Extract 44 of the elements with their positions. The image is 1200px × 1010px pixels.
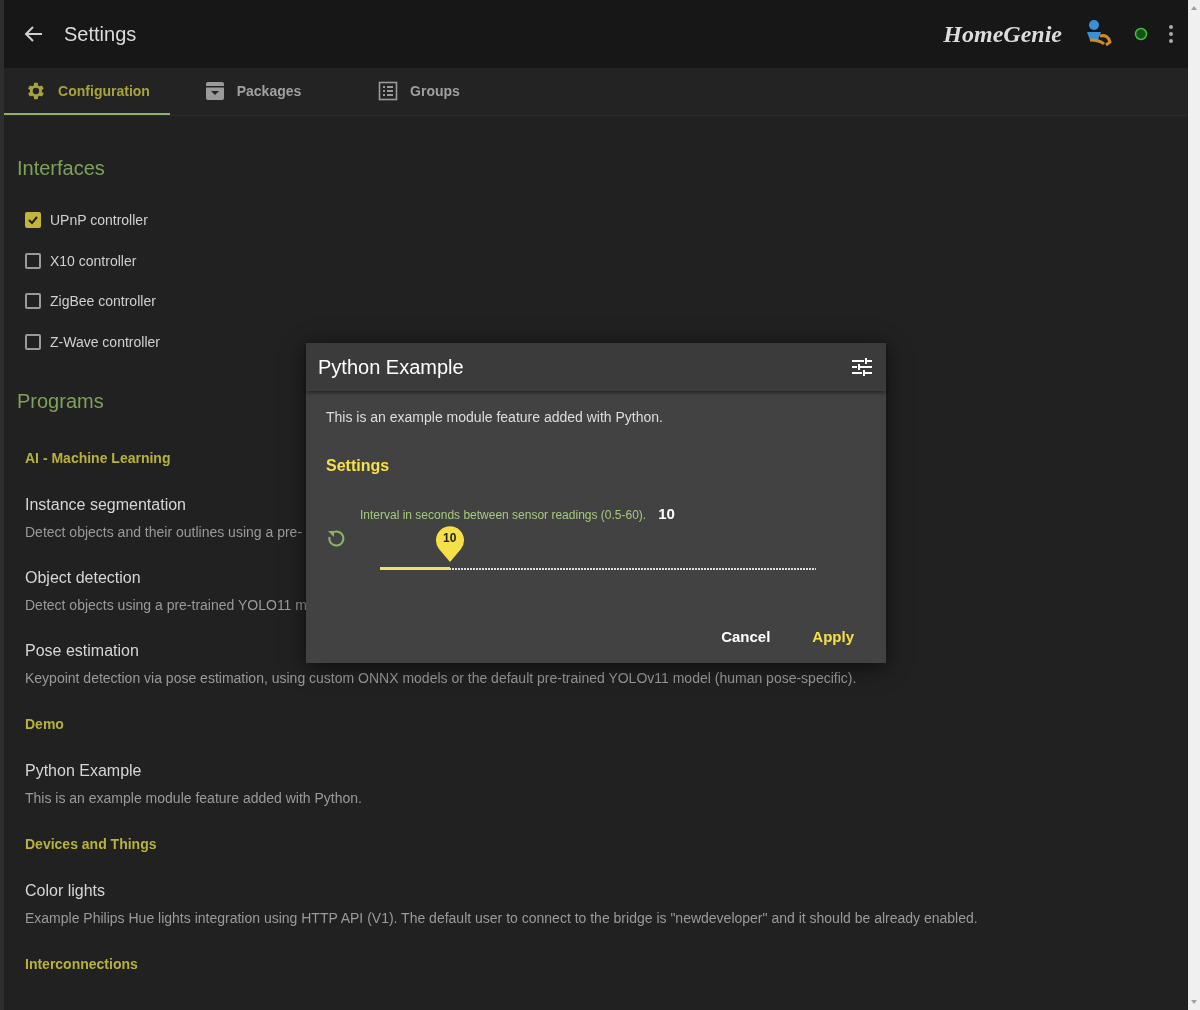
checkbox-label: Z-Wave controller <box>50 332 160 352</box>
back-arrow-icon[interactable] <box>24 24 44 44</box>
group-heading: AI - Machine Learning <box>25 448 171 468</box>
checkbox[interactable] <box>25 293 41 309</box>
checkbox[interactable] <box>25 212 41 228</box>
tab[interactable]: Configuration <box>4 68 170 115</box>
setting-value: 10 <box>658 505 675 522</box>
checkbox[interactable] <box>25 333 41 350</box>
program-name[interactable]: Python Example <box>25 760 142 781</box>
setting-label: Interval in seconds between sensor readings (0.5-60). <box>360 508 647 522</box>
group-heading: Devices and Things <box>25 834 157 854</box>
group-heading: Interconnections <box>25 954 138 974</box>
dialog-button[interactable]: Apply <box>800 622 866 651</box>
dialog-title: Python Example <box>318 355 464 379</box>
program-name[interactable]: Instance segmentation <box>25 494 186 515</box>
checkbox-label: UPnP controller <box>50 211 148 230</box>
checkbox[interactable] <box>25 252 41 269</box>
settings-heading: Settings <box>326 457 391 475</box>
tab[interactable]: Groups <box>336 68 502 115</box>
program-name[interactable]: Object detection <box>25 567 141 588</box>
app-logo: HomeGenie <box>943 20 1062 48</box>
dialog-button[interactable]: Cancel <box>709 622 783 651</box>
program-name[interactable]: Color lights <box>25 880 106 901</box>
section-heading: Interfaces <box>17 156 105 180</box>
section-heading: Programs <box>17 388 104 413</box>
dialog-description: This is an example module feature added with Python. <box>326 409 664 425</box>
tab[interactable]: Packages <box>170 68 336 115</box>
list-icon <box>378 80 399 101</box>
program-description: Keypoint detection via pose estimation, using custom ONNX models or the default pre-trained YOLOv11 model (human pose-specific). <box>25 668 857 688</box>
slider-thumb[interactable]: 10 <box>434 526 465 562</box>
status-dot-icon <box>1134 27 1148 41</box>
reset-icon[interactable] <box>326 527 346 548</box>
program-name[interactable]: Pose estimation <box>25 640 139 661</box>
more-menu-icon[interactable] <box>1168 24 1174 44</box>
page-title: Settings <box>64 22 138 46</box>
group-heading: Demo <box>25 714 64 734</box>
program-description: Example Philips Hue lights integration using HTTP API (V1). The default user to connect to the bridge is "newdeveloper" and it should be already enabled. <box>25 908 978 928</box>
package-icon <box>204 80 225 101</box>
checkbox-label: ZigBee controller <box>50 292 156 311</box>
settings-sliders-icon[interactable] <box>852 358 872 376</box>
program-description: Detect objects using a pre-trained YOLO11 m <box>25 595 307 615</box>
program-description: Detect objects and their outlines using a pre- <box>25 522 303 542</box>
program-description: This is an example module feature added with Python. <box>25 788 362 808</box>
checkbox-label: X10 controller <box>50 251 137 271</box>
